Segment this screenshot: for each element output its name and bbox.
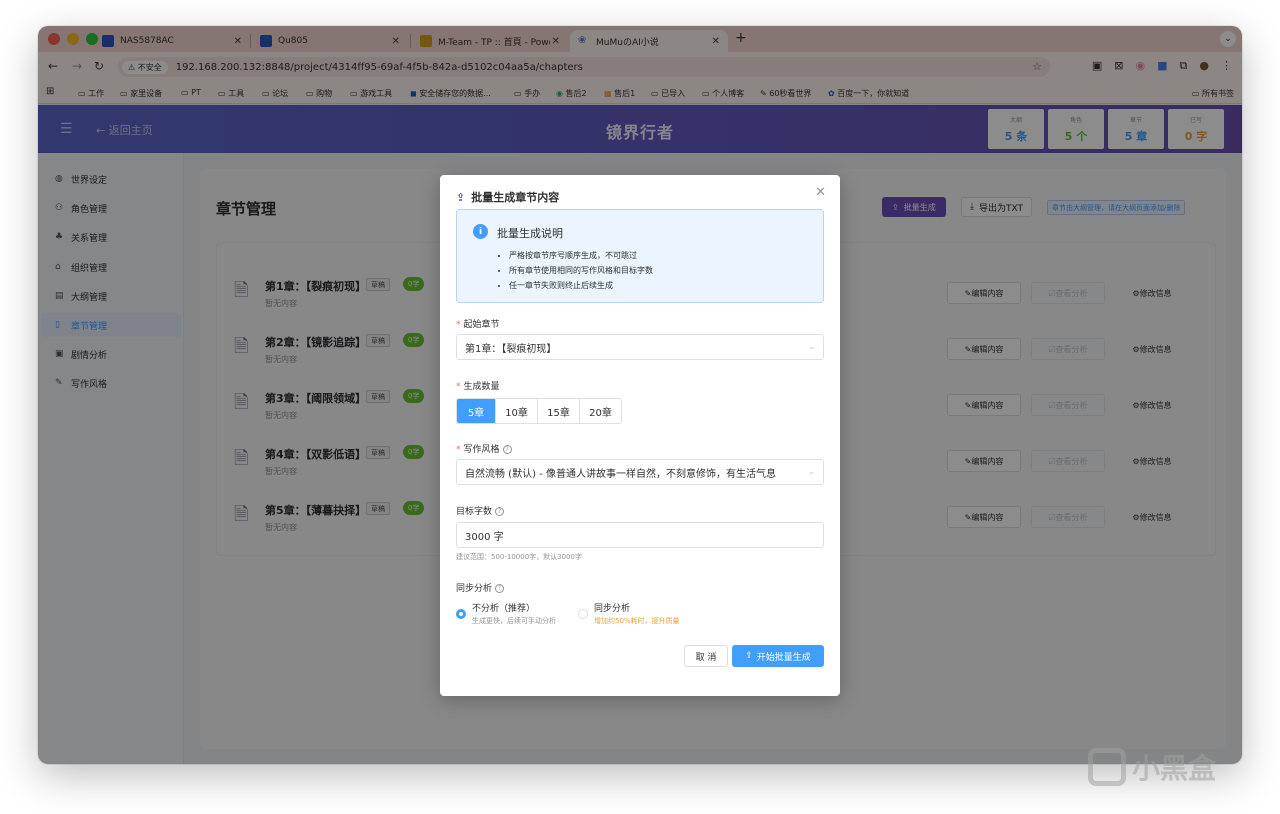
info-icon: i: [473, 224, 488, 239]
radio-no-analysis[interactable]: [456, 609, 466, 619]
chevron-down-icon: ⌄: [808, 342, 815, 351]
count-option-10[interactable]: 10章: [495, 399, 537, 423]
heybox-logo-icon: [1088, 748, 1126, 786]
dialog-title: ⇪ 批量生成章节内容: [456, 190, 560, 205]
count-segmented: 5章 10章 15章 20章: [456, 398, 622, 424]
count-label: * 生成数量: [456, 382, 500, 392]
count-option-20[interactable]: 20章: [579, 399, 621, 423]
rocket-icon: ⇪: [745, 651, 753, 661]
start-batch-button[interactable]: ⇪ 开始批量生成: [732, 645, 824, 667]
style-label: * 写作风格?: [456, 442, 512, 455]
info-alert: i 批量生成说明 严格按章节序号顺序生成，不可跳过 所有章节使用相同的写作风格和…: [456, 209, 824, 303]
radio-sync-analysis[interactable]: [578, 609, 588, 619]
words-input[interactable]: 3000 字: [456, 522, 824, 548]
close-icon[interactable]: ✕: [815, 185, 826, 200]
chevron-down-icon: ⌄: [808, 467, 815, 476]
watermark: 小黑盒: [1088, 747, 1216, 787]
browser-window: NAS5878AC ✕ Qu805 ✕ M-Team - TP :: 首頁 - …: [38, 26, 1242, 764]
words-label: 目标字数?: [456, 504, 505, 517]
words-hint: 建议范围：500-10000字，默认3000字: [456, 553, 582, 561]
count-option-15[interactable]: 15章: [537, 399, 579, 423]
batch-generate-dialog: ⇪批量生成章节内容 ✕ i 批量生成说明 严格按章节序号顺序生成，不可跳过 所有…: [440, 175, 840, 696]
cancel-button[interactable]: 取 消: [684, 645, 728, 667]
start-chapter-select[interactable]: 第1章：【裂痕初现】 ⌄: [456, 334, 824, 360]
help-icon: ?: [495, 507, 505, 516]
style-select[interactable]: 自然流畅 (默认) - 像普通人讲故事一样自然，不刻意修饰，有生活气息 ⌄: [456, 459, 824, 485]
help-icon: ?: [495, 584, 505, 593]
help-icon: ?: [502, 445, 512, 454]
info-list: 严格按章节序号顺序生成，不可跳过 所有章节使用相同的写作风格和目标字数 任一章节…: [509, 248, 653, 293]
count-option-5[interactable]: 5章: [457, 399, 495, 423]
rocket-icon: ⇪: [456, 190, 466, 204]
sync-label: 同步分析?: [456, 581, 505, 594]
start-chapter-label: * 起始章节: [456, 320, 500, 330]
